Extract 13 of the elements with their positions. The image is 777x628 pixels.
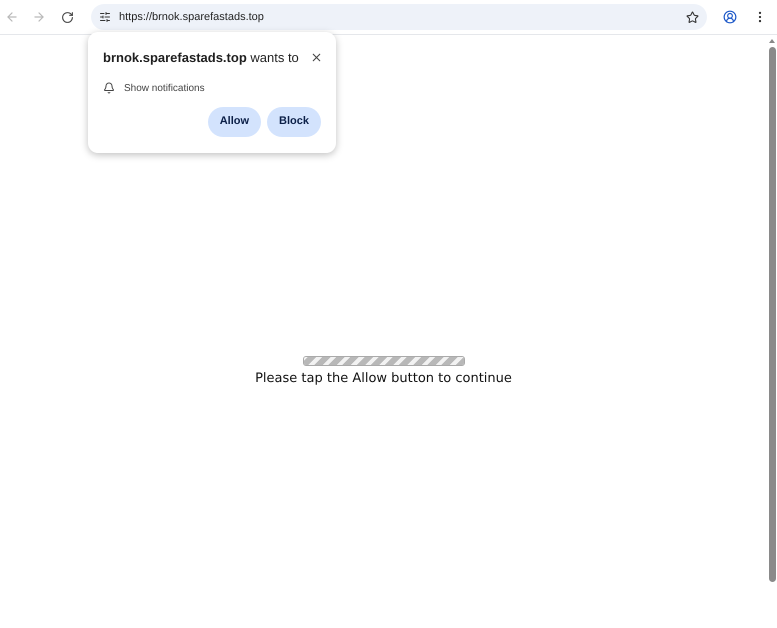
- bell-icon: [103, 82, 115, 94]
- popup-title: brnok.sparefastads.top wants to: [103, 49, 299, 67]
- site-settings-icon[interactable]: [99, 11, 111, 23]
- bookmark-star-icon[interactable]: [686, 10, 699, 24]
- address-bar[interactable]: https://brnok.sparefastads.top: [91, 4, 707, 30]
- block-button[interactable]: Block: [267, 106, 321, 136]
- reload-icon[interactable]: [61, 10, 74, 24]
- allow-button[interactable]: Allow: [208, 106, 262, 136]
- instruction-text: Please tap the Allow button to continue: [255, 370, 512, 388]
- url-text: https://brnok.sparefastads.top: [119, 10, 265, 25]
- permission-label: Show notifications: [124, 82, 205, 96]
- close-button[interactable]: [310, 51, 323, 64]
- profile-icon[interactable]: [723, 10, 737, 24]
